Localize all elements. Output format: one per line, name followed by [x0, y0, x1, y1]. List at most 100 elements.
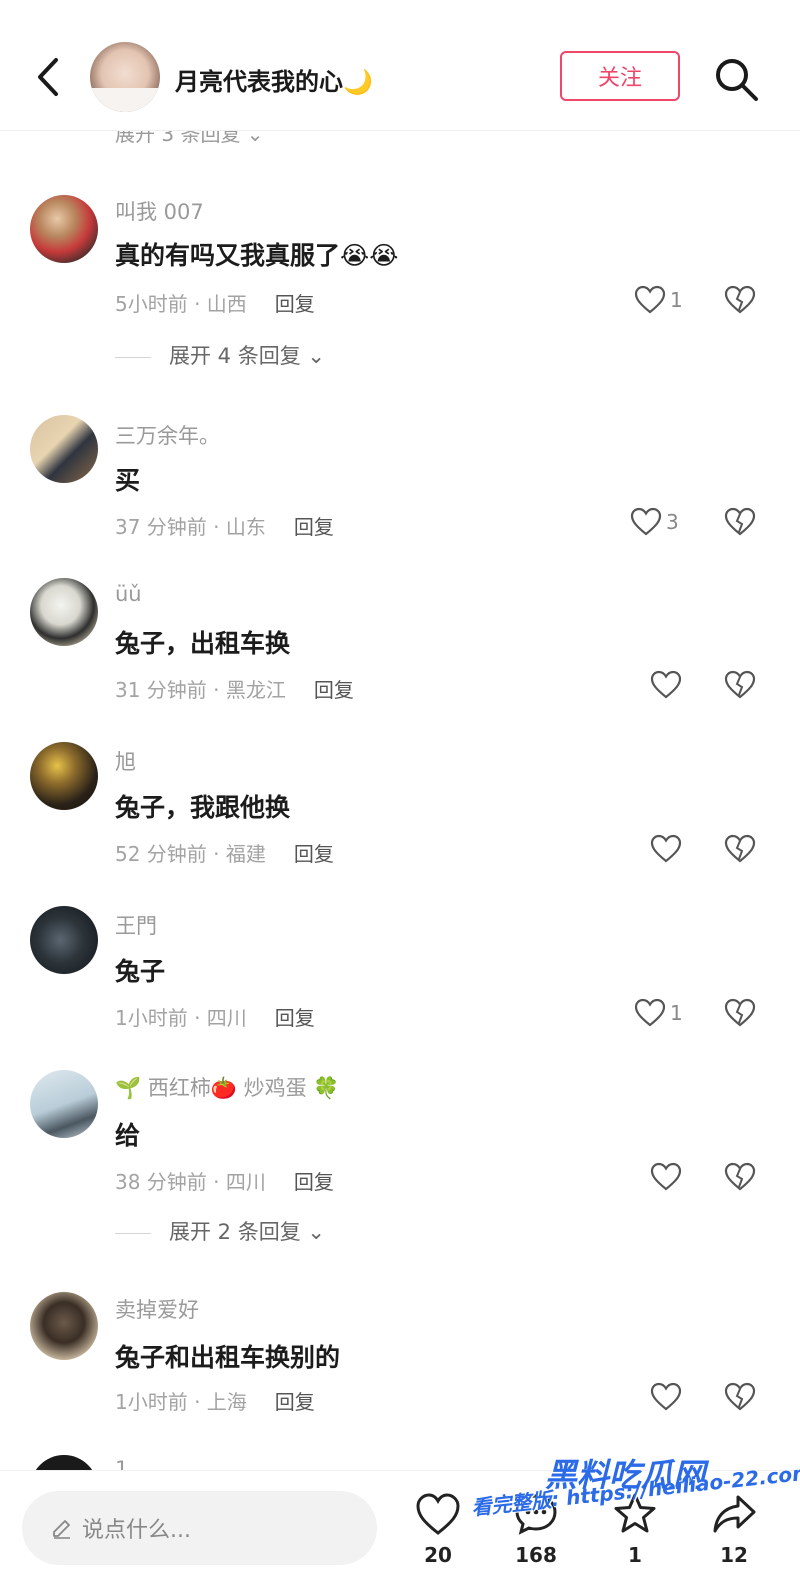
share-button[interactable]: 12 [704, 1491, 764, 1567]
share-count: 12 [720, 1543, 748, 1567]
avatar[interactable] [30, 1070, 98, 1138]
heart-icon [650, 834, 682, 863]
like-button[interactable] [650, 1162, 686, 1192]
comment-count: 168 [515, 1543, 557, 1567]
favorite-button[interactable]: 1 [605, 1491, 665, 1567]
top-bar: 月亮代表我的心🌙 关注 [0, 0, 800, 131]
comment-meta: 1小时前 · 四川 回复 [115, 1002, 315, 1031]
heart-icon [634, 285, 666, 314]
like-button[interactable]: 3 [630, 507, 679, 537]
like-count: 3 [666, 510, 679, 534]
comment-text: 真的有吗又我真服了😭😭 [115, 241, 399, 270]
dislike-button[interactable] [724, 507, 756, 537]
comment-username[interactable]: 叫我 007 [115, 196, 204, 226]
dislike-button[interactable] [724, 1162, 756, 1192]
expand-replies-button[interactable]: 展开 2 条回复 ⌄ [115, 1216, 325, 1246]
divider-line [115, 1232, 151, 1234]
dislike-button[interactable] [724, 998, 756, 1028]
time-location: 37 分钟前 · 山东 [115, 515, 266, 539]
dislike-button[interactable] [724, 1382, 756, 1412]
comment-meta: 37 分钟前 · 山东 回复 [115, 511, 334, 540]
author-avatar[interactable] [90, 42, 160, 112]
comment-input[interactable]: 说点什么... [22, 1491, 377, 1565]
comment-text: 买 [115, 466, 141, 495]
pencil-icon [53, 1520, 70, 1539]
comment-icon [515, 1494, 557, 1535]
comment-meta: 31 分钟前 · 黑龙江 回复 [115, 674, 354, 703]
like-post-button[interactable]: 20 [408, 1491, 468, 1567]
heart-icon [650, 1162, 682, 1191]
reply-button[interactable]: 回复 [294, 515, 334, 539]
heart-icon [630, 507, 662, 536]
comment-text: 兔子和出租车换别的 [115, 1343, 341, 1372]
reply-button[interactable]: 回复 [314, 678, 354, 702]
comments-button[interactable]: 168 [506, 1491, 566, 1567]
comment-text: 兔子，我跟他换 [115, 793, 291, 822]
share-icon [713, 1495, 756, 1533]
bottom-action-bar: 说点什么... 20 168 1 12 [0, 1470, 800, 1591]
reply-button[interactable]: 回复 [294, 842, 334, 866]
like-count: 1 [670, 1001, 683, 1025]
like-button[interactable] [650, 834, 686, 864]
expand-replies-button[interactable]: 展开 4 条回复 ⌄ [115, 340, 325, 370]
like-button[interactable]: 1 [634, 285, 683, 315]
broken-heart-icon [724, 507, 756, 536]
time-location: 1小时前 · 四川 [115, 1006, 247, 1030]
heart-icon [416, 1493, 460, 1535]
like-count: 1 [670, 288, 683, 312]
broken-heart-icon [724, 834, 756, 863]
like-button[interactable] [650, 670, 686, 700]
heart-icon [650, 1382, 682, 1411]
comment-username[interactable]: 三万余年。 [115, 420, 220, 450]
search-icon [716, 59, 758, 101]
expand-label: 展开 2 条回复 ⌄ [169, 1220, 325, 1244]
avatar[interactable] [30, 415, 98, 483]
input-placeholder: 说点什么... [82, 1518, 191, 1543]
reply-button[interactable]: 回复 [275, 1390, 315, 1414]
follow-button[interactable]: 关注 [560, 51, 680, 101]
comment-meta: 1小时前 · 上海 回复 [115, 1386, 315, 1415]
comment-username[interactable]: 🌱 西红柿🍅 炒鸡蛋 🍀 [115, 1072, 339, 1102]
time-location: 52 分钟前 · 福建 [115, 842, 266, 866]
avatar[interactable] [30, 906, 98, 974]
broken-heart-icon [724, 285, 756, 314]
comment-text: 给 [115, 1121, 141, 1150]
chevron-left-icon [38, 58, 58, 96]
time-location: 1小时前 · 上海 [115, 1390, 247, 1414]
time-location: 5小时前 · 山西 [115, 292, 247, 316]
comment-meta: 5小时前 · 山西 回复 [115, 288, 315, 317]
comment-username[interactable]: üǔ [115, 582, 142, 606]
like-button[interactable] [650, 1382, 686, 1412]
reply-button[interactable]: 回复 [275, 1006, 315, 1030]
heart-icon [650, 670, 682, 699]
broken-heart-icon [724, 998, 756, 1027]
comment-page: 月亮代表我的心🌙 关注 展开 3 条回复 ⌄ 叫我 007 真的有吗又我真服了😭… [0, 0, 800, 1591]
dislike-button[interactable] [724, 285, 756, 315]
time-location: 38 分钟前 · 四川 [115, 1170, 266, 1194]
star-icon [614, 1493, 656, 1533]
broken-heart-icon [724, 670, 756, 699]
author-name[interactable]: 月亮代表我的心🌙 [175, 62, 373, 97]
like-button[interactable]: 1 [634, 998, 683, 1028]
broken-heart-icon [724, 1382, 756, 1411]
comment-username[interactable]: 王門 [115, 910, 157, 940]
avatar[interactable] [30, 578, 98, 646]
avatar[interactable] [30, 1292, 98, 1360]
avatar[interactable] [30, 195, 98, 263]
favorite-count: 1 [628, 1543, 642, 1567]
expand-label: 展开 4 条回复 ⌄ [169, 344, 325, 368]
divider-line [115, 356, 151, 358]
reply-button[interactable]: 回复 [275, 292, 315, 316]
search-button[interactable] [712, 55, 760, 103]
comment-username[interactable]: 卖掉爱好 [115, 1294, 199, 1324]
comment-text: 兔子，出租车换 [115, 629, 291, 658]
comment-username[interactable]: 旭 [115, 746, 136, 776]
reply-button[interactable]: 回复 [294, 1170, 334, 1194]
dislike-button[interactable] [724, 670, 756, 700]
back-button[interactable] [30, 52, 70, 102]
broken-heart-icon [724, 1162, 756, 1191]
heart-icon [634, 998, 666, 1027]
comment-meta: 52 分钟前 · 福建 回复 [115, 838, 334, 867]
avatar[interactable] [30, 742, 98, 810]
dislike-button[interactable] [724, 834, 756, 864]
